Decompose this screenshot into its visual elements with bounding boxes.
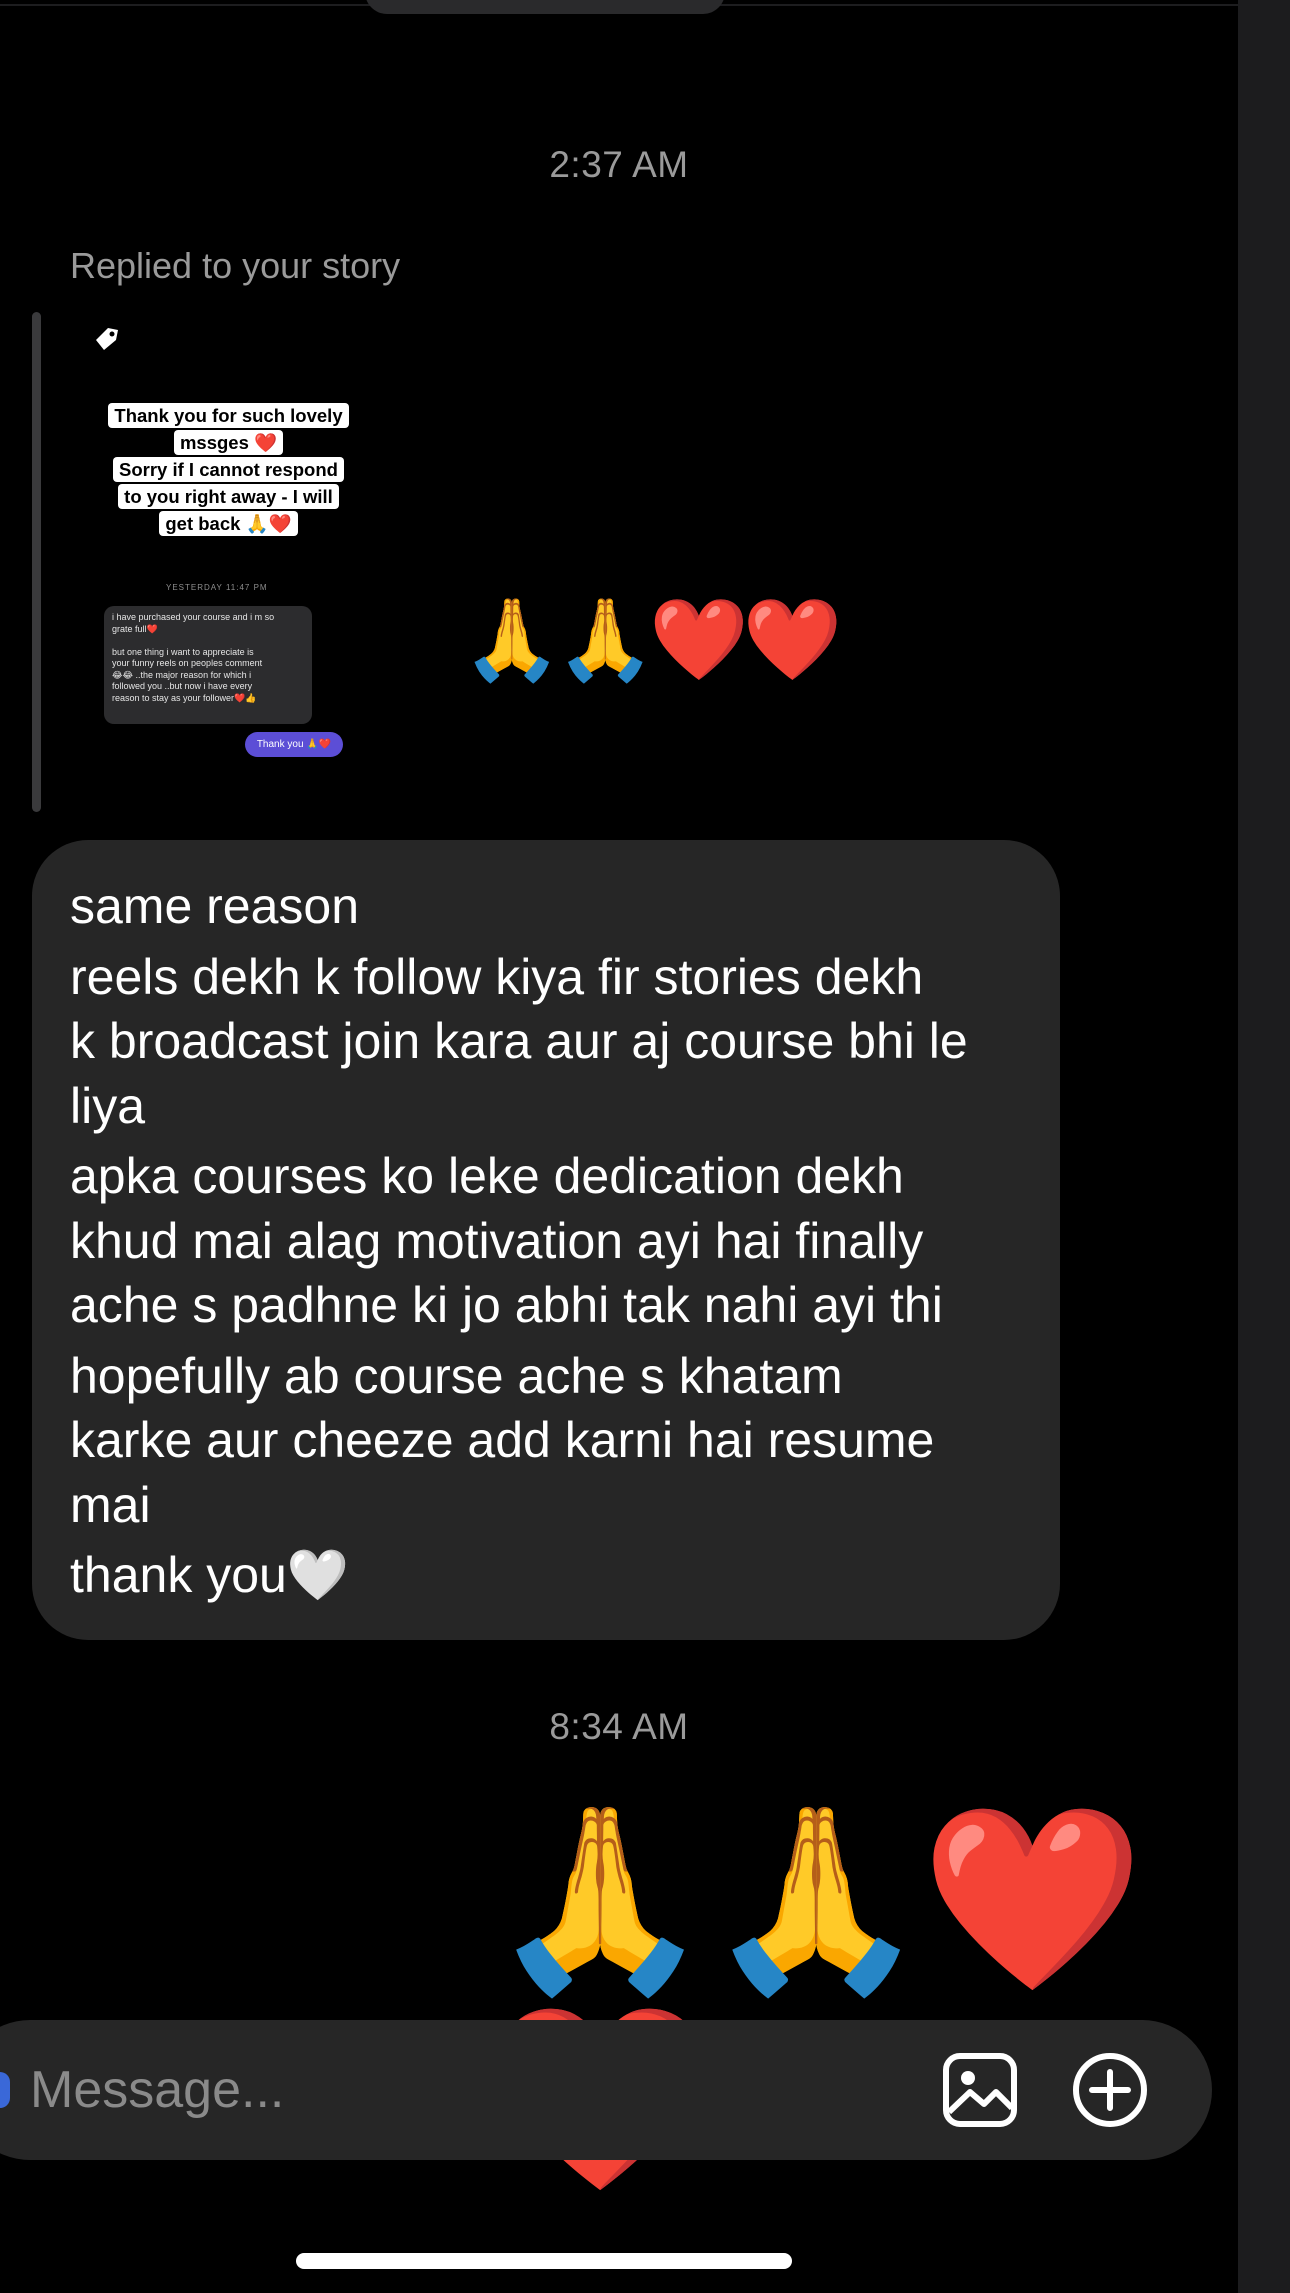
story-date-label: YESTERDAY 11:47 PM	[166, 583, 268, 592]
story-dm-bubble: i have purchased your course and i m so …	[104, 606, 312, 724]
story-caption-line: get back 🙏❤️	[159, 511, 298, 536]
reply-quote-bar	[32, 312, 41, 812]
message-line: reels dekh k follow kiya fir stories dek…	[70, 948, 924, 1005]
top-pill	[365, 0, 725, 14]
message-line: ache s padhne ki jo abhi tak nahi ayi th…	[70, 1277, 943, 1333]
message-line: apka courses ko leke dedication dekh	[70, 1148, 904, 1204]
story-caption-line: Thank you for such lovely	[108, 403, 349, 428]
story-thumbnail[interactable]: Thank you for such lovely mssges ❤️ Sorr…	[70, 312, 380, 777]
message-line: liya	[70, 1077, 146, 1134]
message-input[interactable]	[30, 2048, 910, 2132]
story-caption-line: Sorry if I cannot respond	[113, 457, 344, 482]
gallery-button[interactable]	[938, 2048, 1022, 2132]
timestamp: 2:37 AM	[549, 144, 689, 185]
camera-button-edge[interactable]	[0, 2072, 10, 2108]
message-line: hopefully ab course ache s khatam	[70, 1347, 843, 1404]
story-caption-line: to you right away - I will	[118, 484, 339, 509]
story-caption: Thank you for such lovely mssges ❤️ Sorr…	[96, 402, 361, 537]
message-line: mai	[70, 1476, 151, 1533]
tag-icon	[96, 328, 118, 350]
message-line: k broadcast join kara aur aj course bhi …	[70, 1013, 968, 1069]
message-line: same reason	[70, 878, 360, 934]
home-indicator[interactable]	[296, 2253, 792, 2269]
story-caption-line: mssges ❤️	[173, 430, 284, 455]
replied-to-story-label: Replied to your story	[70, 245, 401, 286]
message-bubble[interactable]: same reason reels dekh k follow kiya fir…	[32, 840, 1060, 1640]
timestamp: 8:34 AM	[549, 1706, 689, 1747]
add-button[interactable]	[1068, 2048, 1152, 2132]
message-line: thank you🤍	[70, 1547, 350, 1603]
story-reaction-emojis[interactable]: 🙏🙏❤️❤️	[462, 590, 842, 690]
message-line: khud mai alag motivation ayi hai finally	[70, 1212, 924, 1269]
plus-circle-icon	[1073, 2053, 1147, 2127]
story-reply-pill: Thank you 🙏❤️	[245, 732, 343, 757]
message-line: karke aur cheeze add karni hai resume	[70, 1412, 935, 1468]
image-icon	[943, 2053, 1017, 2127]
